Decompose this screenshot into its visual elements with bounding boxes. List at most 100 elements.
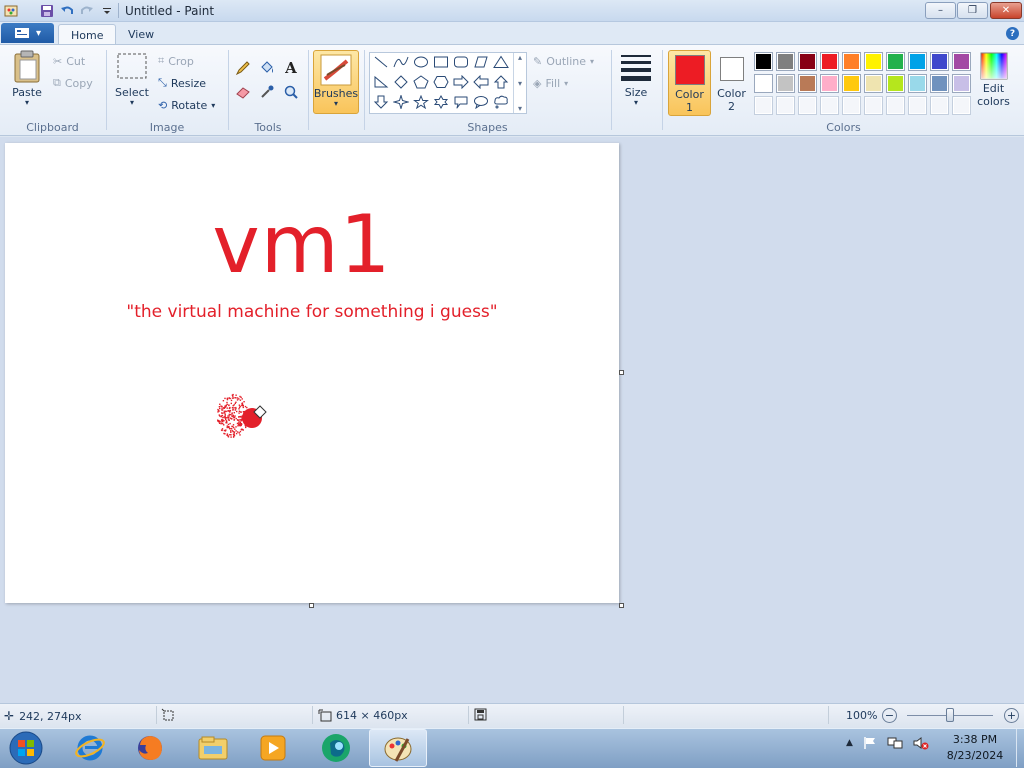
paste-button[interactable]: Paste ▾ <box>8 50 46 114</box>
color1-button[interactable]: Color 1 <box>668 50 711 116</box>
show-desktop-button[interactable] <box>1016 729 1024 767</box>
color-picker-icon[interactable] <box>257 82 277 102</box>
line-shape-icon[interactable] <box>371 53 391 71</box>
zoom-out-button[interactable]: − <box>882 708 897 723</box>
paint-menu-button[interactable]: ▾ <box>1 23 54 43</box>
diamond-shape-icon[interactable] <box>391 73 411 91</box>
volume-muted-icon[interactable] <box>913 736 929 750</box>
right-arrow-shape-icon[interactable] <box>451 73 471 91</box>
pentagon-shape-icon[interactable] <box>411 73 431 91</box>
action-center-flag-icon[interactable] <box>863 736 877 750</box>
taskbar-file-explorer[interactable] <box>184 729 242 767</box>
palette-swatch[interactable] <box>864 52 883 71</box>
taskbar-internet-explorer[interactable] <box>61 729 119 767</box>
cut-button[interactable]: ✂ Cut <box>53 52 85 70</box>
palette-swatch[interactable] <box>952 52 971 71</box>
paint-app-icon[interactable] <box>4 4 18 18</box>
hexagon-shape-icon[interactable] <box>431 73 451 91</box>
palette-swatch[interactable] <box>908 74 927 93</box>
clock[interactable]: 3:38 PM 8/23/2024 <box>940 732 1010 764</box>
palette-swatch[interactable] <box>930 52 949 71</box>
palette-swatch[interactable] <box>754 96 773 115</box>
palette-swatch[interactable] <box>754 74 773 93</box>
palette-swatch[interactable] <box>820 96 839 115</box>
copy-button[interactable]: ⧉ Copy <box>53 74 93 92</box>
fill-bucket-icon[interactable] <box>257 58 277 78</box>
rotate-button[interactable]: ⟲ Rotate ▾ <box>158 96 215 114</box>
palette-swatch[interactable] <box>886 74 905 93</box>
save-icon[interactable] <box>40 4 54 18</box>
undo-icon[interactable] <box>60 4 74 18</box>
network-icon[interactable] <box>887 736 903 750</box>
palette-swatch[interactable] <box>820 74 839 93</box>
palette-swatch[interactable] <box>776 96 795 115</box>
palette-swatch[interactable] <box>842 52 861 71</box>
rounded-callout-shape-icon[interactable] <box>451 93 471 111</box>
palette-swatch[interactable] <box>908 52 927 71</box>
palette-swatch[interactable] <box>842 96 861 115</box>
resize-handle-right[interactable] <box>619 370 624 375</box>
cloud-callout-shape-icon[interactable] <box>491 93 511 111</box>
taskbar-firefox[interactable] <box>121 729 179 767</box>
palette-swatch[interactable] <box>952 74 971 93</box>
resize-handle-bottom[interactable] <box>309 603 314 608</box>
resize-handle-corner[interactable] <box>619 603 624 608</box>
resize-button[interactable]: ⤡ Resize <box>158 74 206 92</box>
select-button[interactable]: Select ▾ <box>112 52 152 114</box>
palette-swatch[interactable] <box>842 74 861 93</box>
rectangle-shape-icon[interactable] <box>431 53 451 71</box>
up-arrow-shape-icon[interactable] <box>491 73 511 91</box>
size-button[interactable]: Size ▾ <box>617 52 655 114</box>
curve-shape-icon[interactable] <box>391 53 411 71</box>
palette-swatch[interactable] <box>930 74 949 93</box>
oval-shape-icon[interactable] <box>411 53 431 71</box>
gallery-expand-icon[interactable]: ▾ <box>518 104 522 113</box>
maximize-button[interactable]: ❐ <box>957 2 988 19</box>
triangle-shape-icon[interactable] <box>491 53 511 71</box>
four-point-star-shape-icon[interactable] <box>391 93 411 111</box>
down-arrow-shape-icon[interactable] <box>371 93 391 111</box>
oval-callout-shape-icon[interactable] <box>471 93 491 111</box>
palette-swatch[interactable] <box>798 96 817 115</box>
color2-button[interactable]: Color 2 <box>714 50 749 116</box>
magnifier-icon[interactable] <box>281 82 301 102</box>
palette-swatch[interactable] <box>864 74 883 93</box>
palette-swatch[interactable] <box>952 96 971 115</box>
close-button[interactable]: ✕ <box>990 2 1022 19</box>
show-hidden-icons-icon[interactable]: ▲ <box>846 738 853 748</box>
palette-swatch[interactable] <box>930 96 949 115</box>
palette-swatch[interactable] <box>886 96 905 115</box>
text-icon[interactable]: A <box>281 58 301 78</box>
right-triangle-shape-icon[interactable] <box>371 73 391 91</box>
five-point-star-shape-icon[interactable] <box>411 93 431 111</box>
edit-colors-button[interactable]: Edit colors <box>975 50 1012 116</box>
taskbar-media-player[interactable] <box>244 729 302 767</box>
palette-swatch[interactable] <box>864 96 883 115</box>
palette-swatch[interactable] <box>820 52 839 71</box>
minimize-button[interactable]: – <box>925 2 956 19</box>
eraser-icon[interactable] <box>233 82 253 102</box>
shapes-scrollbar[interactable]: ▴ ▾ ▾ <box>513 53 526 113</box>
redo-icon[interactable] <box>80 4 94 18</box>
six-point-star-shape-icon[interactable] <box>431 93 451 111</box>
pencil-icon[interactable] <box>233 58 253 78</box>
palette-swatch[interactable] <box>754 52 773 71</box>
tab-home[interactable]: Home <box>58 24 117 45</box>
palette-swatch[interactable] <box>908 96 927 115</box>
polygon-shape-icon[interactable] <box>471 53 491 71</box>
palette-swatch[interactable] <box>798 52 817 71</box>
taskbar-paint[interactable] <box>369 729 427 767</box>
start-button[interactable] <box>6 729 46 767</box>
palette-swatch[interactable] <box>776 74 795 93</box>
brushes-button[interactable]: Brushes ▾ <box>313 50 359 114</box>
taskbar-app[interactable] <box>307 729 365 767</box>
fill-button[interactable]: ◈ Fill ▾ <box>533 74 568 92</box>
tab-view[interactable]: View <box>116 24 166 45</box>
palette-swatch[interactable] <box>886 52 905 71</box>
palette-swatch[interactable] <box>776 52 795 71</box>
zoom-slider-thumb[interactable] <box>946 708 954 722</box>
left-arrow-shape-icon[interactable] <box>471 73 491 91</box>
crop-button[interactable]: ⌗ Crop <box>158 52 194 70</box>
scroll-up-icon[interactable]: ▴ <box>518 53 522 62</box>
customize-dropdown-icon[interactable] <box>100 4 114 18</box>
